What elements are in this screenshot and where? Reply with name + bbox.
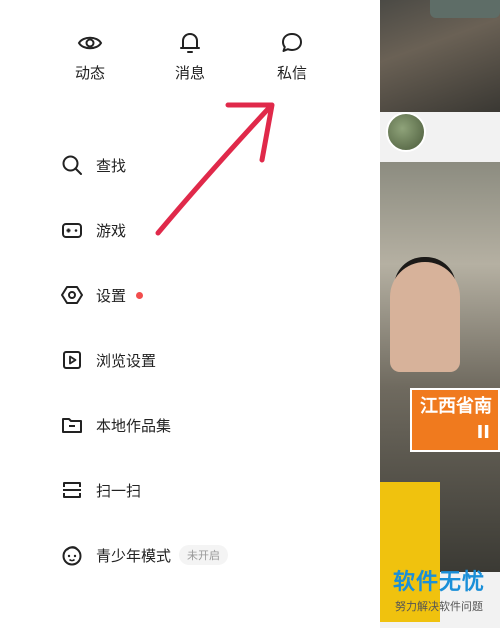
notification-dot [136,291,144,299]
menu-item-scan[interactable]: 扫一扫 [60,470,141,510]
annotation-arrow-icon [155,102,275,236]
eye-icon [60,30,120,56]
folder-icon [60,413,84,437]
hexagon-settings-icon [60,283,84,307]
menu-item-label: 本地作品集 [96,416,172,435]
side-drawer: 动态 消息 私信 查找 游戏 设置 浏览设置 本地作品集 扫一扫 青少年模式 未… [0,0,380,628]
banner-line: II [476,422,490,443]
photo-detail [430,0,500,18]
top-nav-private-messages[interactable]: 私信 [262,30,322,83]
feed-photo [380,0,500,112]
menu-item-games[interactable]: 游戏 [60,210,126,250]
menu-item-label: 查找 [96,156,127,175]
watermark-title: 软件无忧 [392,570,485,595]
menu-item-settings[interactable]: 设置 [60,275,144,315]
chat-bubble-icon [262,30,322,56]
top-nav-label: 动态 [74,64,105,82]
watermark-subtitle: 努力解决软件问题 [395,600,483,613]
bell-icon [160,30,220,56]
menu-item-label: 游戏 [96,221,127,240]
photo-detail [390,262,460,372]
teen-mode-icon [60,543,84,567]
menu-item-browse-settings[interactable]: 浏览设置 [60,340,156,380]
avatar [386,112,426,152]
menu-item-label: 设置 [96,286,127,305]
watermark: 软件无忧 努力解决软件问题 [378,564,500,624]
top-nav: 动态 消息 私信 [0,30,380,90]
menu-item-label: 青少年模式 [96,546,172,565]
menu-item-teen-mode[interactable]: 青少年模式 未开启 [60,535,229,575]
feed-banner: 江西省南 II [410,388,500,452]
background-feed: 江西省南 II [380,0,500,628]
gamepad-icon [60,218,84,242]
status-badge: 未开启 [179,545,229,565]
feed-photo [380,162,500,622]
top-nav-label: 消息 [174,64,205,82]
scan-icon [60,478,84,502]
top-nav-dynamics[interactable]: 动态 [60,30,120,83]
top-nav-label: 私信 [276,64,307,82]
menu-item-label: 扫一扫 [96,481,142,500]
menu-item-local-works[interactable]: 本地作品集 [60,405,171,445]
banner-line: 江西省南 [420,396,492,417]
top-nav-messages[interactable]: 消息 [160,30,220,83]
play-square-icon [60,348,84,372]
menu-item-label: 浏览设置 [96,351,157,370]
search-icon [60,153,84,177]
menu-item-search[interactable]: 查找 [60,145,126,185]
